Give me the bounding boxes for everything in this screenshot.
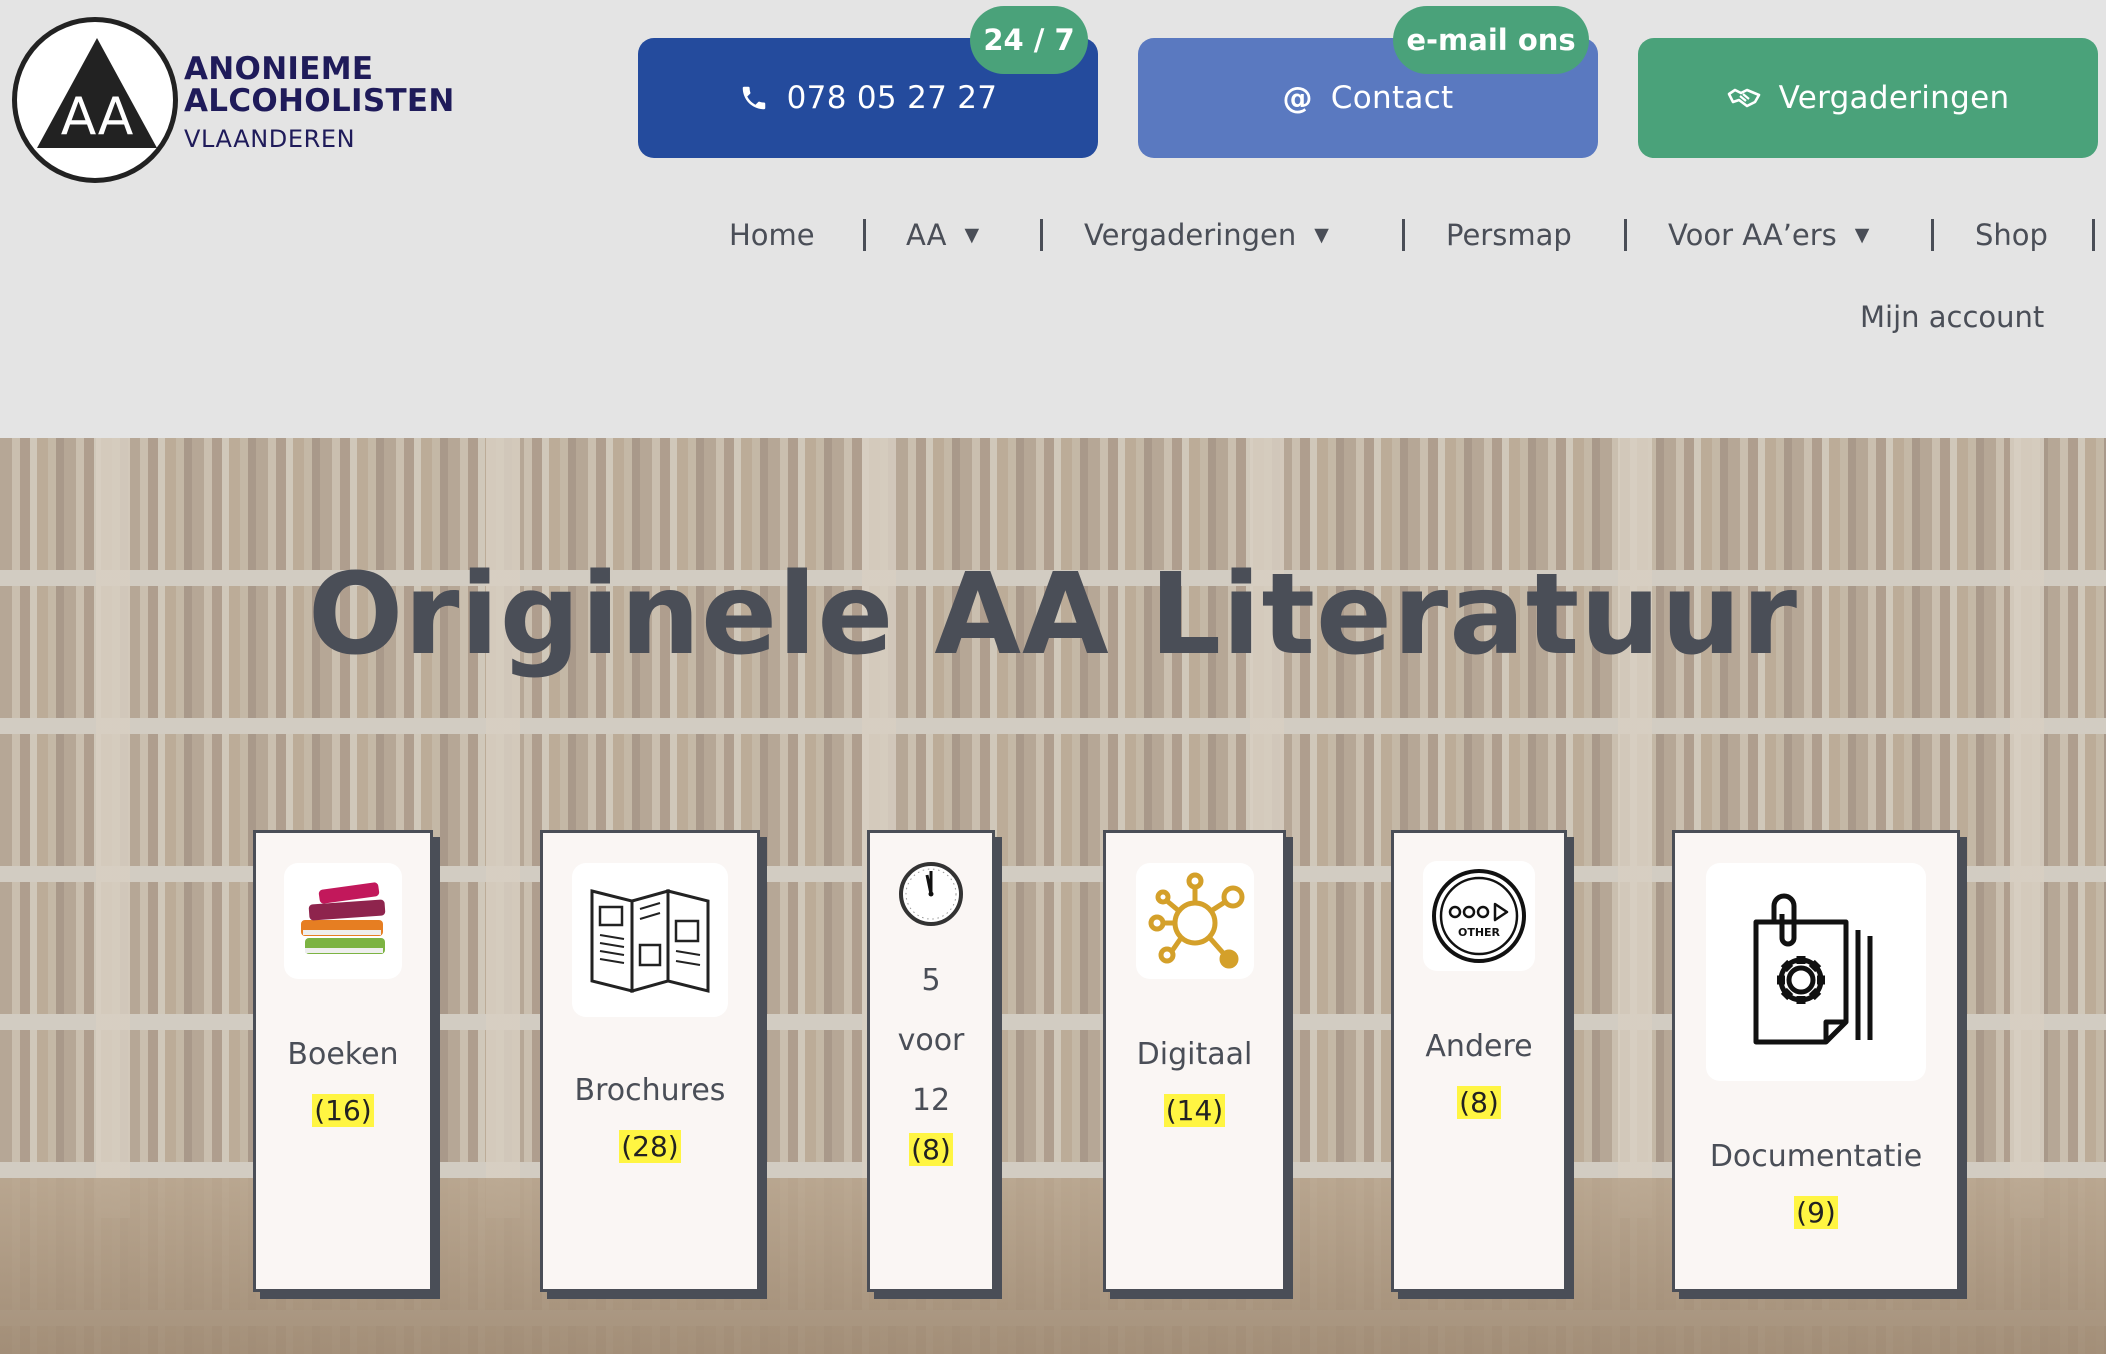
email-badge: e-mail ons xyxy=(1393,6,1589,74)
nav-item-voor-aaers[interactable]: Voor AA’ers ▼ xyxy=(1668,205,1869,265)
category-count: (8) xyxy=(909,1133,953,1166)
category-label-line: voor xyxy=(897,1023,965,1058)
nav-label: AA xyxy=(906,218,947,252)
nav-label: Vergaderingen xyxy=(1084,218,1297,252)
at-icon: @ xyxy=(1282,80,1313,116)
nav-label: Persmap xyxy=(1446,218,1572,252)
other-icon: OTHER xyxy=(1423,861,1535,971)
contact-label: Contact xyxy=(1330,80,1454,116)
category-count: (8) xyxy=(1457,1086,1501,1119)
nav-item-vergaderingen[interactable]: Vergaderingen ▼ xyxy=(1084,205,1329,265)
nav-label: Home xyxy=(729,218,815,252)
nav-separator xyxy=(1931,219,1934,251)
logo-emblem: AA xyxy=(12,17,178,183)
nav-item-persmap[interactable]: Persmap xyxy=(1446,205,1572,265)
category-card-boeken[interactable]: Boeken (16) xyxy=(253,830,433,1292)
nav-label: Voor AA’ers xyxy=(1668,218,1837,252)
other-icon-text: OTHER xyxy=(1458,926,1501,939)
category-card-5-voor-12[interactable]: 5 voor 12 (8) xyxy=(867,830,995,1292)
site-header: AA ANONIEME ALCOHOLISTEN VLAANDEREN 078 … xyxy=(0,0,2106,438)
clock-icon xyxy=(896,859,966,929)
nav-separator xyxy=(1040,219,1043,251)
meetings-button[interactable]: Vergaderingen xyxy=(1638,38,2098,158)
nav-separator xyxy=(1402,219,1405,251)
category-label: Andere xyxy=(1425,1029,1533,1064)
aa-triangle-icon: AA xyxy=(37,38,157,148)
phone-number: 078 05 27 27 xyxy=(786,80,998,116)
document-gear-icon xyxy=(1706,863,1926,1081)
nav-item-account[interactable]: Mijn account xyxy=(1860,300,2044,334)
category-card-andere[interactable]: OTHER Andere (8) xyxy=(1391,830,1567,1292)
nav-label: Shop xyxy=(1975,218,2048,252)
literature-hero: Originele AA Literatuur Boeken (16) Broc… xyxy=(0,438,2106,1354)
category-label: Digitaal xyxy=(1136,1037,1253,1072)
logo-line-3: VLAANDEREN xyxy=(184,125,356,153)
category-count: (16) xyxy=(312,1094,374,1127)
network-icon xyxy=(1135,863,1254,979)
books-icon xyxy=(284,863,402,979)
category-card-digitaal[interactable]: Digitaal (14) xyxy=(1103,830,1286,1292)
availability-badge: 24 / 7 xyxy=(970,6,1088,74)
category-card-documentatie[interactable]: Documentatie (9) xyxy=(1672,830,1960,1292)
site-logo[interactable]: AA ANONIEME ALCOHOLISTEN VLAANDEREN xyxy=(12,17,472,187)
caret-down-icon: ▼ xyxy=(1854,224,1870,246)
meetings-label: Vergaderingen xyxy=(1778,80,2010,116)
caret-down-icon: ▼ xyxy=(964,224,980,246)
category-count: (9) xyxy=(1794,1196,1838,1229)
category-label: Boeken xyxy=(287,1037,399,1072)
category-label: Brochures xyxy=(574,1073,726,1108)
handshake-icon xyxy=(1727,86,1761,110)
category-label-line: 12 xyxy=(911,1083,951,1118)
category-count: (28) xyxy=(619,1130,681,1163)
brochure-icon xyxy=(572,863,728,1017)
logo-line-1: ANONIEME xyxy=(184,51,374,87)
category-card-brochures[interactable]: Brochures (28) xyxy=(540,830,760,1292)
category-label: Documentatie xyxy=(1709,1139,1923,1174)
nav-item-shop[interactable]: Shop xyxy=(1975,205,2048,265)
category-label-line: 5 xyxy=(921,963,941,998)
nav-item-aa[interactable]: AA ▼ xyxy=(906,205,979,265)
svg-text:AA: AA xyxy=(61,87,134,147)
logo-line-2: ALCOHOLISTEN xyxy=(184,83,455,119)
page-title: Originele AA Literatuur xyxy=(307,550,1799,680)
nav-separator xyxy=(863,219,866,251)
main-nav: Home AA ▼ Vergaderingen ▼ Persmap Voor A… xyxy=(0,205,2106,265)
nav-separator xyxy=(1624,219,1627,251)
category-count: (14) xyxy=(1163,1094,1226,1127)
nav-item-home[interactable]: Home xyxy=(729,205,815,265)
nav-separator xyxy=(2092,219,2095,251)
caret-down-icon: ▼ xyxy=(1314,224,1329,246)
phone-icon xyxy=(739,83,769,113)
logo-wordmark: ANONIEME ALCOHOLISTEN VLAANDEREN xyxy=(184,53,455,161)
